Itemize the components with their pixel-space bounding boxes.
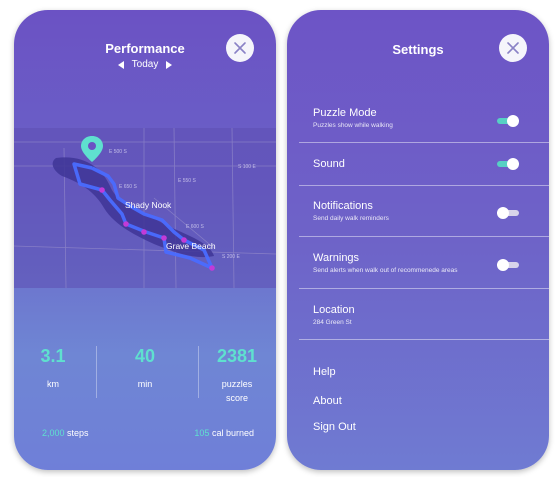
divider — [299, 236, 549, 237]
distance-value: 3.1 — [40, 346, 66, 366]
road-label: S 200 E — [222, 254, 240, 260]
warnings-toggle[interactable] — [497, 259, 519, 271]
toggle-knob — [507, 158, 519, 170]
duration-value: 40 — [134, 346, 156, 366]
settings-screen: Settings Puzzle Mode Puzzles show while … — [287, 10, 549, 470]
close-icon — [234, 42, 246, 54]
steps-label: steps — [67, 428, 89, 438]
score-stat: 2381 puzzles score — [210, 346, 264, 405]
road-label: E 650 S — [119, 184, 137, 190]
setting-description: 284 Green St — [313, 319, 352, 326]
score-value: 2381 — [216, 346, 258, 366]
calories-label: cal burned — [211, 428, 254, 438]
sound-toggle[interactable] — [497, 158, 519, 170]
sign-out-link[interactable]: Sign Out — [313, 421, 356, 433]
close-button[interactable] — [499, 34, 527, 62]
about-link[interactable]: About — [313, 395, 342, 407]
divider — [299, 185, 549, 186]
score-label: puzzles score — [221, 379, 253, 403]
calories-value: 105 — [194, 428, 210, 438]
distance-unit: km — [47, 379, 59, 389]
distance-stat: 3.1 km — [28, 346, 78, 391]
help-link[interactable]: Help — [313, 366, 336, 378]
stat-divider — [96, 346, 97, 398]
toggle-knob — [497, 259, 509, 271]
close-icon — [507, 42, 519, 54]
place-label: Grave Beach — [166, 241, 216, 251]
steps-value: 2,000 — [42, 428, 65, 438]
route-map[interactable]: E 500 S E 550 S E 600 S E 650 S S 100 E … — [14, 128, 276, 288]
notifications-toggle[interactable] — [497, 207, 519, 219]
steps-summary: 2,000 steps — [42, 428, 89, 438]
divider — [299, 142, 549, 143]
stats-row: 3.1 km 40 min 2381 puzzles score — [14, 346, 276, 412]
duration-unit: min — [137, 379, 153, 389]
calories-summary: 105 cal burned — [194, 428, 254, 438]
setting-label: Location — [313, 304, 355, 316]
toggle-knob — [507, 115, 519, 127]
close-button[interactable] — [226, 34, 254, 62]
stat-divider — [198, 346, 199, 398]
road-label: E 600 S — [186, 224, 204, 230]
divider — [299, 288, 549, 289]
toggle-knob — [497, 207, 509, 219]
previous-day-arrow-icon[interactable] — [117, 60, 124, 69]
place-label: Shady Nook — [125, 200, 172, 210]
day-label: Today — [131, 59, 159, 70]
duration-stat: 40 min — [120, 346, 170, 391]
road-label: S 100 E — [238, 164, 256, 170]
setting-location[interactable]: Location 284 Green St — [313, 304, 543, 326]
divider — [299, 339, 549, 340]
road-label: E 550 S — [178, 178, 196, 184]
road-label: E 500 S — [109, 149, 127, 155]
next-day-arrow-icon[interactable] — [166, 60, 173, 69]
performance-screen: Performance Today E 500 S E 550 S E 600 … — [14, 10, 276, 470]
puzzle-mode-toggle[interactable] — [497, 115, 519, 127]
